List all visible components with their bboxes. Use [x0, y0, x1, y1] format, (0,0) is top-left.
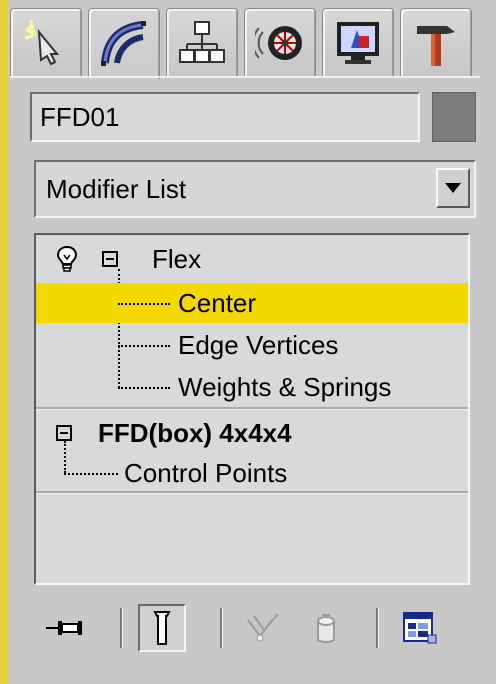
make-unique-icon [247, 613, 279, 642]
dropdown-button[interactable] [436, 168, 470, 208]
pin-stack-icon [46, 621, 82, 635]
sub-object-label: Control Points [124, 458, 288, 488]
toolbar-separator [220, 608, 223, 648]
modifier-list-label: Modifier List [46, 174, 187, 204]
sub-object-center[interactable]: Center [36, 283, 468, 323]
hierarchy-icon [179, 21, 225, 63]
configure-modifier-sets-icon [403, 612, 437, 644]
remove-modifier-button[interactable] [304, 604, 348, 652]
collapse-toggle-icon[interactable] [102, 251, 118, 267]
create-cursor-icon [24, 19, 60, 66]
motion-wheel-icon [255, 26, 302, 60]
stack-item-ffd[interactable]: FFD(box) 4x4x4 [36, 413, 468, 453]
tab-create[interactable] [10, 8, 82, 77]
pin-stack-button[interactable] [42, 604, 86, 652]
stack-item-flex[interactable]: Flex [36, 239, 468, 279]
show-end-result-icon [153, 611, 171, 645]
configure-modifier-sets-button[interactable] [396, 604, 444, 652]
tab-baseline [10, 76, 480, 78]
tab-hierarchy[interactable] [166, 8, 238, 77]
object-color-swatch[interactable] [432, 92, 476, 142]
display-monitor-icon [337, 22, 379, 64]
tree-line [118, 387, 170, 389]
collapse-toggle-icon[interactable] [56, 425, 72, 441]
stack-divider [36, 491, 468, 494]
lightbulb-icon[interactable] [56, 245, 78, 273]
object-name-field[interactable]: FFD01 [30, 92, 420, 142]
viewport-frame-edge [0, 0, 8, 684]
modify-curve-icon [101, 21, 146, 66]
stack-divider [36, 407, 468, 410]
tab-motion[interactable] [244, 8, 316, 77]
modifier-stack[interactable]: Flex Center Edge Vertices Weights & Spri… [34, 233, 470, 585]
command-panel-tabs [10, 8, 480, 79]
sub-object-label: Center [178, 288, 257, 318]
sub-object-label: Weights & Springs [178, 372, 392, 402]
stack-item-label: Flex [152, 244, 202, 274]
stack-item-label: FFD(box) 4x4x4 [98, 418, 292, 448]
show-end-result-button[interactable] [138, 604, 186, 652]
remove-modifier-icon [317, 614, 335, 643]
tree-line [64, 473, 118, 475]
modifier-list-dropdown[interactable]: Modifier List [34, 160, 476, 218]
hammer-icon [417, 26, 455, 66]
tree-line [118, 345, 170, 347]
toolbar-separator [376, 608, 379, 648]
tab-display[interactable] [322, 8, 394, 77]
sub-object-label: Edge Vertices [178, 330, 339, 360]
chevron-down-icon [445, 183, 461, 193]
stack-toolbar [34, 598, 474, 658]
sub-object-edge-vertices[interactable]: Edge Vertices [36, 325, 468, 365]
toolbar-separator [120, 608, 123, 648]
tab-utilities[interactable] [400, 8, 472, 77]
tree-line [118, 303, 170, 305]
sub-object-weights-springs[interactable]: Weights & Springs [36, 367, 468, 407]
make-unique-button[interactable] [240, 604, 288, 652]
tab-modify[interactable] [88, 8, 160, 79]
